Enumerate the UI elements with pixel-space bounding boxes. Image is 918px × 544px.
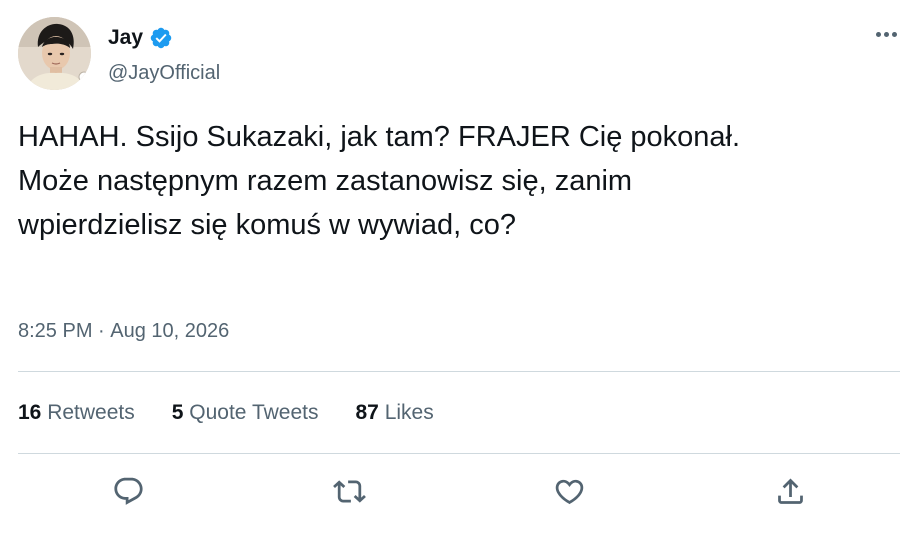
retweets-count: 16 (18, 401, 42, 424)
more-horizontal-icon[interactable] (870, 22, 902, 46)
likes-stat[interactable]: 87 Likes (355, 399, 433, 427)
tweet-timestamp: 8:25 PM · Aug 10, 2026 (18, 318, 229, 344)
quote-tweets-stat[interactable]: 5 Quote Tweets (172, 399, 319, 427)
share-icon (777, 478, 803, 504)
timestamp-separator: · (92, 320, 111, 342)
tweet-time-link[interactable]: 8:25 PM (18, 318, 92, 344)
divider (18, 371, 900, 372)
heart-icon (555, 479, 583, 504)
author-handle[interactable]: @JayOfficial (108, 61, 220, 85)
author-name-row: Jay (108, 26, 173, 50)
tweet-text: HAHAH. Ssijo Sukazaki, jak tam? FRAJER C… (18, 121, 741, 241)
reply-button[interactable] (110, 473, 146, 509)
tweet-date-link[interactable]: Aug 10, 2026 (110, 318, 229, 344)
retweet-button[interactable] (331, 473, 367, 509)
reply-icon (113, 477, 143, 505)
retweets-stat[interactable]: 16 Retweets (18, 399, 135, 427)
quote-tweets-label: Quote Tweets (189, 401, 319, 424)
retweet-icon (332, 479, 366, 503)
author-display-name[interactable]: Jay (108, 26, 143, 50)
likes-label: Likes (384, 401, 434, 424)
avatar[interactable] (18, 17, 91, 90)
share-button[interactable] (772, 473, 808, 509)
avatar-image (18, 17, 91, 90)
like-button[interactable] (551, 473, 587, 509)
quote-tweets-count: 5 (171, 401, 184, 424)
verified-badge-icon (150, 27, 172, 49)
divider (18, 453, 900, 454)
likes-count: 87 (355, 401, 379, 424)
tweet-stats: 16 Retweets 5 Quote Tweets 87 Likes (18, 399, 471, 427)
retweets-label: Retweets (47, 401, 135, 424)
tweet-card: Jay @JayOfficial HAHAH. Ssijo Sukazaki, … (0, 0, 918, 544)
